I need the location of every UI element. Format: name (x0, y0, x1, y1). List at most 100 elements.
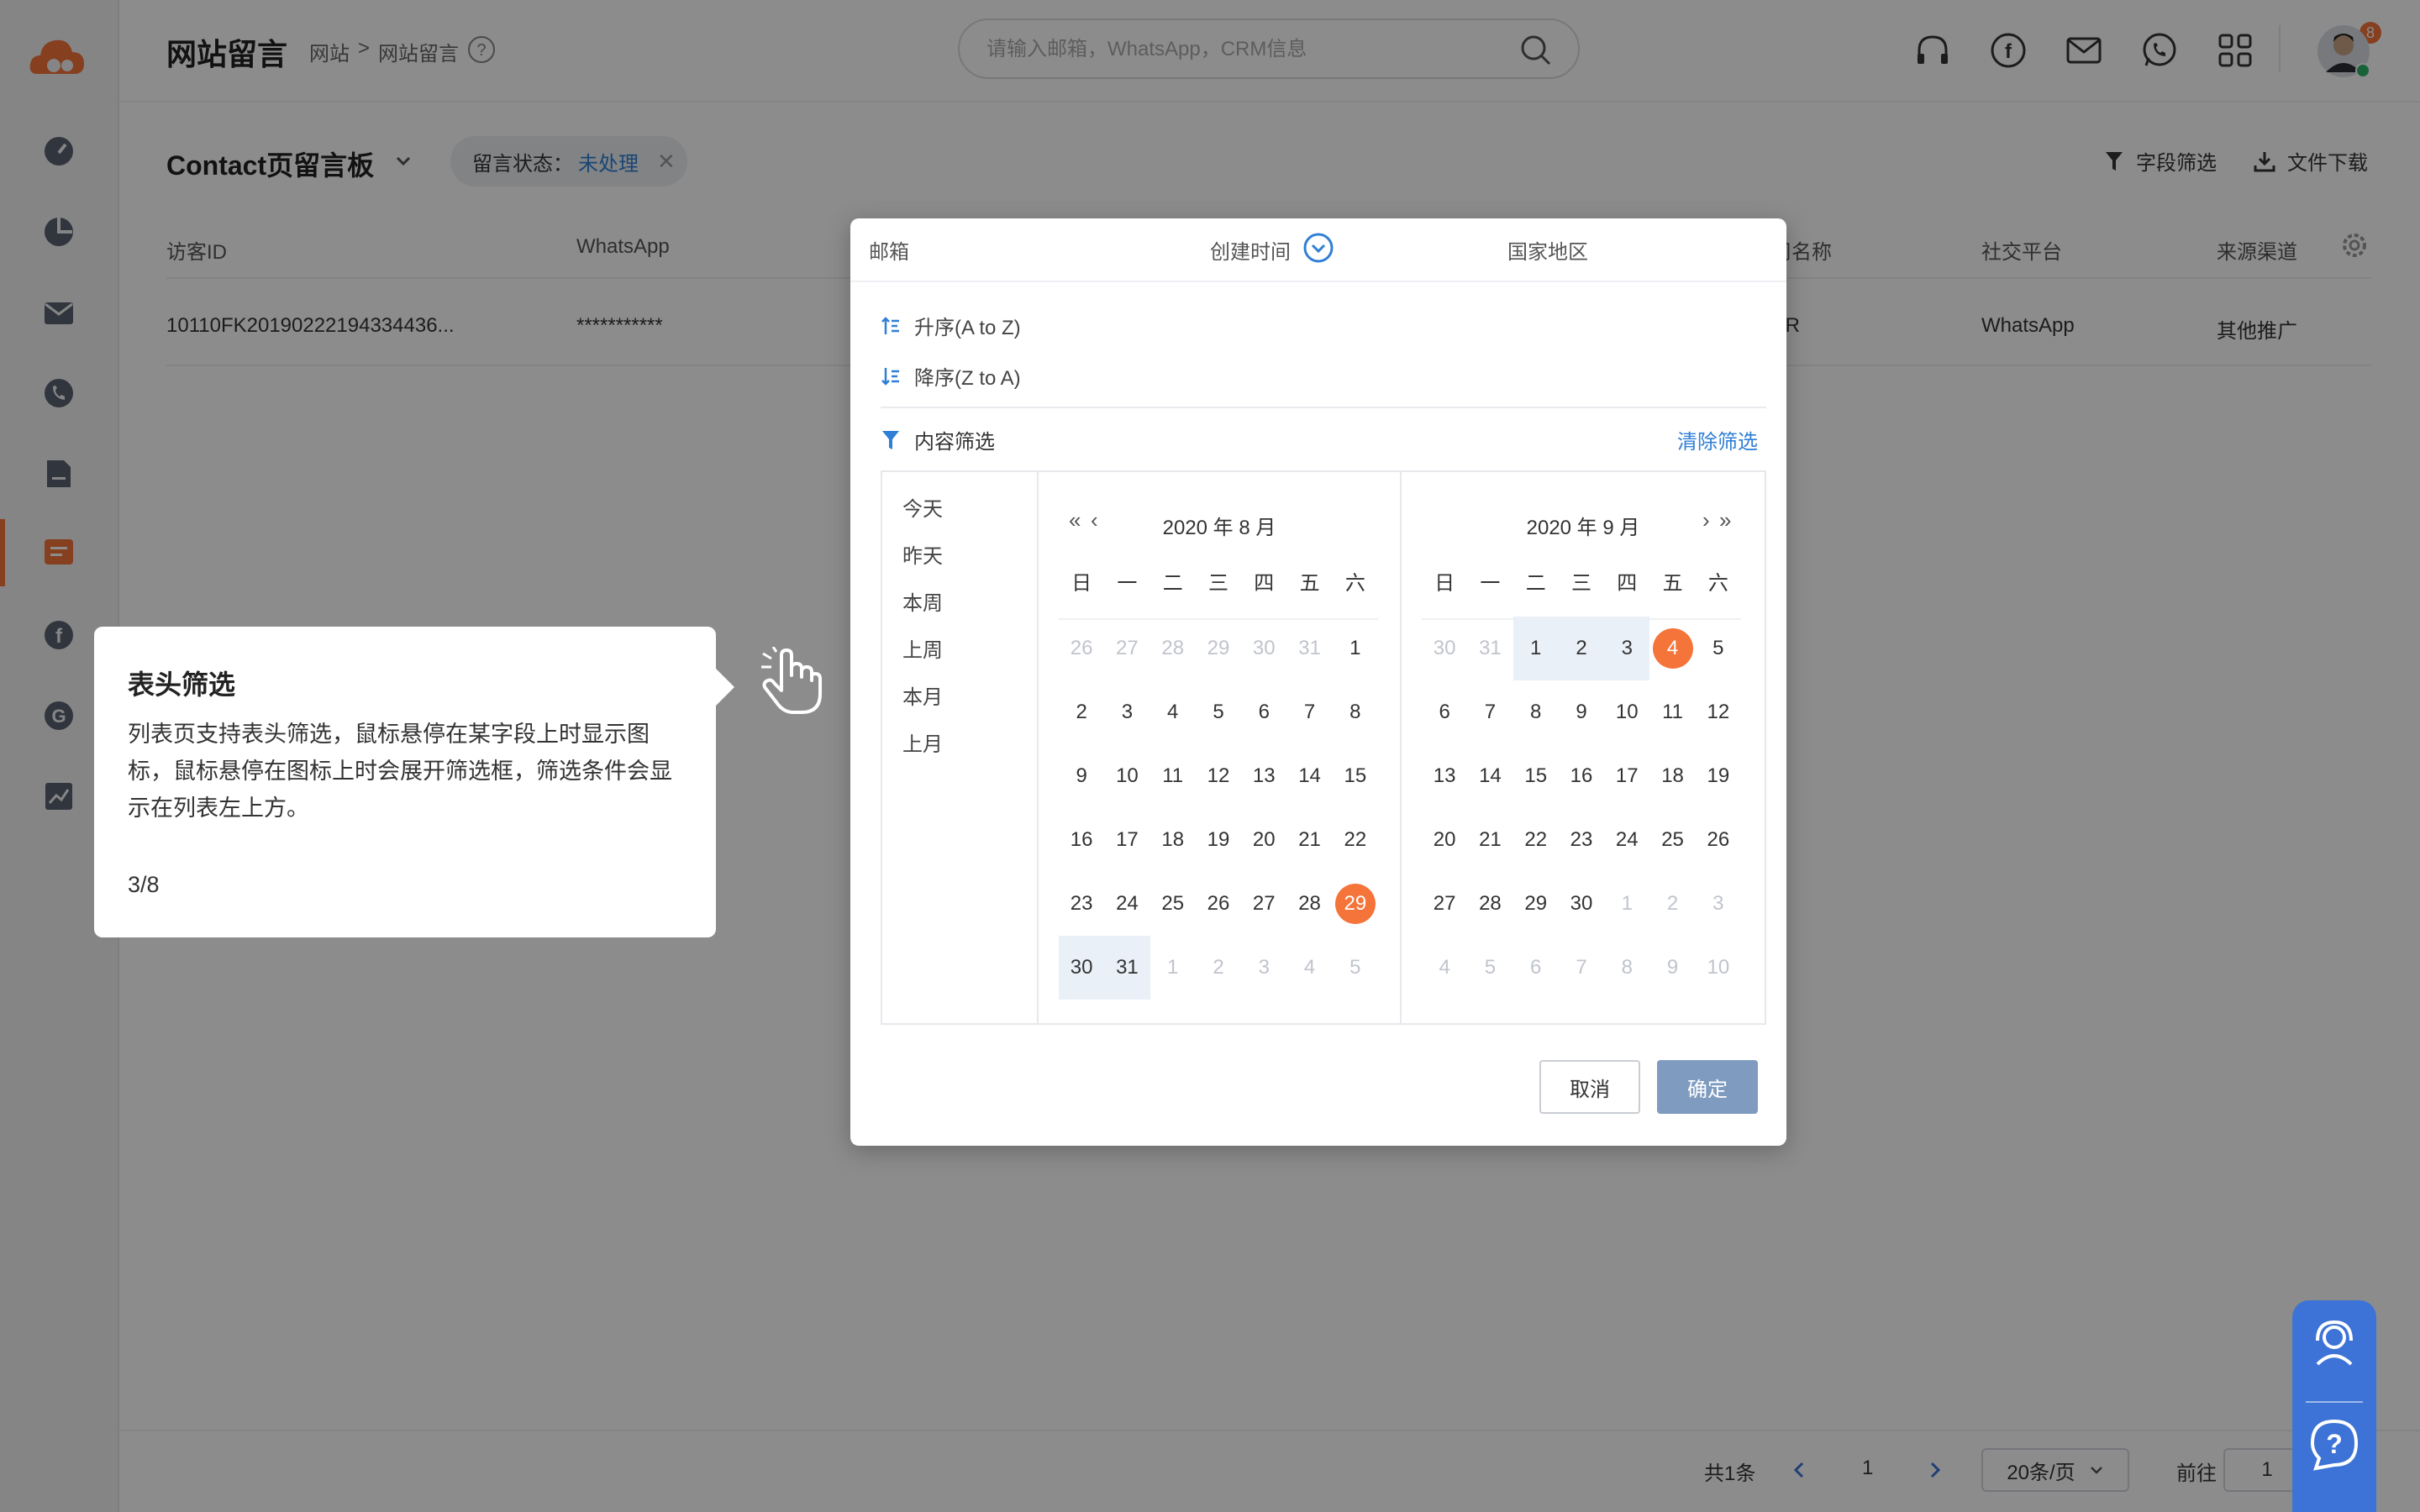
sort-descending-option[interactable]: 降序(Z to A) (881, 361, 1021, 391)
column-header-created-time[interactable]: 创建时间 (1210, 235, 1291, 265)
day-cell[interactable]: 24 (1104, 872, 1150, 936)
day-cell[interactable]: 28 (1150, 617, 1196, 680)
day-cell[interactable]: 22 (1333, 808, 1378, 872)
day-cell[interactable]: 18 (1150, 808, 1196, 872)
day-cell[interactable]: 5 (1196, 680, 1241, 744)
day-cell[interactable]: 29 (1513, 872, 1559, 936)
day-cell[interactable]: 7 (1559, 936, 1604, 1000)
day-cell[interactable]: 31 (1467, 617, 1512, 680)
day-cell[interactable]: 23 (1559, 808, 1604, 872)
day-cell[interactable]: 28 (1286, 872, 1332, 936)
day-cell[interactable]: 7 (1286, 680, 1332, 744)
shortcut-last-week[interactable]: 上周 (902, 633, 943, 663)
day-cell[interactable]: 26 (1059, 617, 1104, 680)
customer-service-icon[interactable] (2307, 1315, 2361, 1369)
selected-day-cell[interactable]: 29 (1333, 872, 1378, 936)
shortcut-today[interactable]: 今天 (902, 492, 943, 522)
day-cell[interactable]: 2 (1059, 680, 1104, 744)
day-cell[interactable]: 4 (1286, 936, 1332, 1000)
help-question-icon[interactable]: ? (2307, 1418, 2361, 1472)
day-cell[interactable]: 21 (1467, 808, 1512, 872)
day-cell[interactable]: 2 (1649, 872, 1695, 936)
day-cell[interactable]: 26 (1696, 808, 1741, 872)
day-cell[interactable]: 2 (1558, 617, 1605, 680)
day-cell[interactable]: 1 (1333, 617, 1378, 680)
day-cell[interactable]: 1 (1150, 936, 1196, 1000)
column-header-country[interactable]: 国家地区 (1507, 235, 1588, 265)
shortcut-this-month[interactable]: 本月 (902, 680, 943, 710)
day-cell[interactable]: 4 (1150, 680, 1196, 744)
day-cell[interactable]: 27 (1104, 617, 1150, 680)
day-cell[interactable]: 19 (1196, 808, 1241, 872)
confirm-button[interactable]: 确定 (1657, 1060, 1758, 1114)
day-cell[interactable]: 27 (1241, 872, 1286, 936)
day-cell[interactable]: 11 (1649, 680, 1695, 744)
day-cell[interactable]: 5 (1696, 617, 1741, 680)
day-cell[interactable]: 1 (1512, 617, 1559, 680)
day-cell[interactable]: 10 (1696, 936, 1741, 1000)
day-cell[interactable]: 20 (1241, 808, 1286, 872)
day-cell[interactable]: 15 (1333, 744, 1378, 808)
day-cell[interactable]: 9 (1649, 936, 1695, 1000)
column-header-email[interactable]: 邮箱 (869, 235, 909, 265)
day-cell[interactable]: 21 (1286, 808, 1332, 872)
help-widget[interactable]: ? (2292, 1300, 2376, 1512)
day-cell[interactable]: 30 (1422, 617, 1467, 680)
day-cell[interactable]: 19 (1696, 744, 1741, 808)
sort-ascending-option[interactable]: 升序(A to Z) (881, 311, 1021, 340)
day-cell[interactable]: 25 (1150, 872, 1196, 936)
day-cell[interactable]: 24 (1604, 808, 1649, 872)
day-cell[interactable]: 28 (1467, 872, 1512, 936)
day-cell[interactable]: 17 (1104, 808, 1150, 872)
day-cell[interactable]: 13 (1241, 744, 1286, 808)
day-cell[interactable]: 13 (1422, 744, 1467, 808)
day-cell[interactable]: 30 (1241, 617, 1286, 680)
day-cell[interactable]: 31 (1104, 936, 1150, 1000)
day-cell[interactable]: 5 (1333, 936, 1378, 1000)
day-cell[interactable]: 29 (1196, 617, 1241, 680)
selected-day-cell[interactable]: 4 (1649, 617, 1695, 680)
day-cell[interactable]: 31 (1286, 617, 1332, 680)
day-cell[interactable]: 26 (1196, 872, 1241, 936)
shortcut-last-month[interactable]: 上月 (902, 727, 943, 757)
day-cell[interactable]: 12 (1196, 744, 1241, 808)
day-cell[interactable]: 11 (1150, 744, 1196, 808)
day-cell[interactable]: 23 (1059, 872, 1104, 936)
day-cell[interactable]: 8 (1333, 680, 1378, 744)
day-cell[interactable]: 6 (1241, 680, 1286, 744)
day-cell[interactable]: 4 (1422, 936, 1467, 1000)
day-cell[interactable]: 14 (1286, 744, 1332, 808)
chevron-down-circle-icon[interactable] (1302, 232, 1334, 264)
day-cell[interactable]: 20 (1422, 808, 1467, 872)
day-cell[interactable]: 27 (1422, 872, 1467, 936)
cancel-button[interactable]: 取消 (1539, 1060, 1640, 1114)
day-cell[interactable]: 14 (1467, 744, 1512, 808)
day-cell[interactable]: 3 (1604, 617, 1650, 680)
day-cell[interactable]: 3 (1241, 936, 1286, 1000)
day-cell[interactable]: 10 (1604, 680, 1649, 744)
day-cell[interactable]: 6 (1513, 936, 1559, 1000)
day-cell[interactable]: 17 (1604, 744, 1649, 808)
day-cell[interactable]: 12 (1696, 680, 1741, 744)
day-cell[interactable]: 5 (1467, 936, 1512, 1000)
day-cell[interactable]: 30 (1059, 936, 1105, 1000)
day-cell[interactable]: 2 (1196, 936, 1241, 1000)
day-cell[interactable]: 7 (1467, 680, 1512, 744)
day-cell[interactable]: 3 (1696, 872, 1741, 936)
shortcut-yesterday[interactable]: 昨天 (902, 539, 943, 569)
day-cell[interactable]: 8 (1604, 936, 1649, 1000)
day-cell[interactable]: 18 (1649, 744, 1695, 808)
day-cell[interactable]: 22 (1513, 808, 1559, 872)
shortcut-this-week[interactable]: 本周 (902, 586, 943, 616)
day-cell[interactable]: 9 (1059, 744, 1104, 808)
day-cell[interactable]: 15 (1513, 744, 1559, 808)
day-cell[interactable]: 1 (1604, 872, 1649, 936)
day-cell[interactable]: 16 (1059, 808, 1104, 872)
day-cell[interactable]: 10 (1104, 744, 1150, 808)
clear-filter-link[interactable]: 清除筛选 (1677, 425, 1758, 454)
day-cell[interactable]: 6 (1422, 680, 1467, 744)
day-cell[interactable]: 9 (1559, 680, 1604, 744)
day-cell[interactable]: 3 (1104, 680, 1150, 744)
day-cell[interactable]: 25 (1649, 808, 1695, 872)
day-cell[interactable]: 16 (1559, 744, 1604, 808)
